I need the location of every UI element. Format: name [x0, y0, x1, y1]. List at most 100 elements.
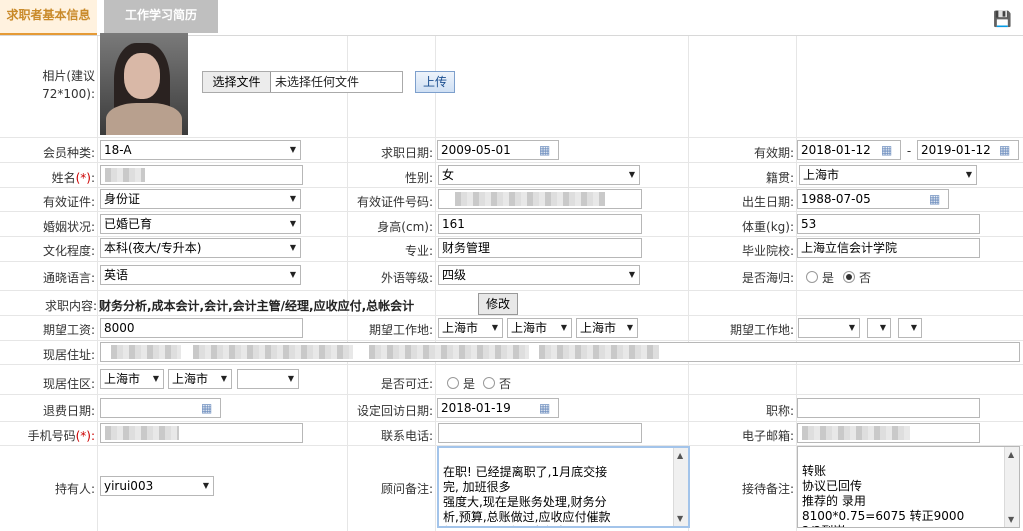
education-select[interactable]: 本科(夜大/专升本) [100, 238, 301, 258]
returnee-yes-option[interactable]: 是 [806, 269, 834, 286]
address-label: 现居住址: [42, 348, 95, 362]
school-label: 毕业院校: [741, 244, 794, 258]
district-select-2[interactable]: 上海市 [168, 369, 232, 389]
redacted-value [455, 192, 605, 206]
district-select-1[interactable]: 上海市 [100, 369, 164, 389]
marital-select[interactable]: 已婚已育 [100, 214, 301, 234]
radio-no-text: 否 [499, 377, 512, 391]
save-icon[interactable]: 💾 [993, 11, 1012, 27]
height-input[interactable]: 161 [438, 214, 642, 234]
language-level-label: 外语等级: [380, 271, 433, 285]
scrollbar[interactable] [673, 448, 688, 526]
email-input[interactable] [797, 423, 980, 443]
valid-separator: - [906, 144, 912, 158]
refund-date-input[interactable] [100, 398, 221, 418]
grid-line [97, 36, 98, 531]
redacted-value [193, 345, 353, 359]
work-place-select-2[interactable]: 上海市 [507, 318, 572, 338]
work-place-select-3[interactable]: 上海市 [576, 318, 638, 338]
address-input[interactable] [100, 342, 1020, 362]
grid-line [435, 36, 436, 531]
major-input[interactable]: 财务管理 [438, 238, 642, 258]
mobile-label: 手机号码(*): [0, 427, 95, 444]
radio-button[interactable] [483, 377, 495, 389]
relocate-no-option[interactable]: 否 [483, 375, 511, 392]
work-place-select-1[interactable]: 上海市 [438, 318, 503, 338]
grid-row [0, 137, 1023, 138]
owner-select[interactable]: yirui003 [100, 476, 214, 496]
redacted-value [369, 345, 529, 359]
returnee-no-option[interactable]: 否 [843, 269, 871, 286]
tab-work-study-resume[interactable]: 工作学习简历 [104, 0, 218, 33]
advisor-note-label: 顾问备注: [380, 482, 433, 496]
relocate-yes-option[interactable]: 是 [447, 375, 475, 392]
school-input[interactable]: 上海立信会计学院 [797, 238, 980, 258]
work-place2-select-1[interactable] [798, 318, 860, 338]
gender-select[interactable]: 女 [438, 165, 640, 185]
language-level-select[interactable]: 四级 [438, 265, 640, 285]
job-title-input[interactable] [797, 398, 980, 418]
applicant-photo [100, 33, 188, 135]
scrollbar[interactable] [1004, 447, 1019, 527]
id-type-label: 有效证件: [42, 195, 95, 209]
reception-note-textarea[interactable]: 转账 协议已回传 推荐的 录用 8100*0.75=6075 转正9000 2/… [797, 446, 1020, 528]
language-select[interactable]: 英语 [100, 265, 301, 285]
radio-button[interactable] [806, 271, 818, 283]
photo-label-line2: 72*100): [42, 87, 95, 101]
radio-button[interactable] [447, 377, 459, 389]
redacted-value [105, 426, 179, 440]
phone-input[interactable] [438, 423, 642, 443]
radio-button-selected[interactable] [843, 271, 855, 283]
weight-input[interactable]: 53 [797, 214, 980, 234]
choose-file-button[interactable]: 选择文件 [203, 72, 271, 92]
language-label: 通晓语言: [42, 271, 95, 285]
valid-label: 有效期: [753, 146, 794, 160]
grid-row [0, 394, 1023, 395]
id-number-label: 有效证件号码: [356, 195, 433, 209]
id-type-select[interactable]: 身份证 [100, 189, 301, 209]
work-place2-select-3[interactable] [898, 318, 922, 338]
valid-to-input[interactable]: 2019-01-12 [917, 140, 1019, 160]
owner-label: 持有人: [54, 482, 95, 496]
revisit-date-input[interactable]: 2018-01-19 [437, 398, 559, 418]
job-content-label: 求职内容: [44, 299, 97, 313]
job-content-value: 财务分析,成本会计,会计,会计主管/经理,应收应付,总帐会计 [99, 299, 415, 313]
grid-row [0, 315, 1023, 316]
modify-button[interactable]: 修改 [478, 293, 518, 315]
grid-row [0, 162, 1023, 163]
work-place2-select-2[interactable] [867, 318, 891, 338]
grid-row [0, 211, 1023, 212]
work-place-label: 期望工作地: [368, 323, 433, 337]
upload-button[interactable]: 上传 [415, 71, 455, 93]
grid-row [0, 261, 1023, 262]
grid-row [0, 421, 1023, 422]
native-place-select[interactable]: 上海市 [799, 165, 977, 185]
native-place-label: 籍贯: [765, 171, 794, 185]
photo-face [124, 53, 160, 99]
job-date-input[interactable]: 2009-05-01 [437, 140, 559, 160]
radio-yes-text: 是 [463, 377, 476, 391]
returnee-label: 是否海归: [741, 271, 794, 285]
grid-row [0, 364, 1023, 365]
salary-input[interactable]: 8000 [100, 318, 303, 338]
redacted-value [111, 345, 181, 359]
birth-date-input[interactable]: 1988-07-05 [797, 189, 949, 209]
height-label: 身高(cm): [377, 220, 433, 234]
redacted-value [105, 168, 145, 182]
work-place2-label: 期望工作地: [729, 323, 794, 337]
name-input[interactable] [100, 165, 303, 185]
grid-row [0, 236, 1023, 237]
valid-from-input[interactable]: 2018-01-12 [797, 140, 901, 160]
relocate-label: 是否可迁: [380, 377, 433, 391]
advisor-note-textarea[interactable]: 在职! 已经提离职了,1月底交接 完, 加班很多 强度大,现在是账务处理,财务分… [437, 446, 690, 528]
district-select-3[interactable] [237, 369, 299, 389]
member-type-select[interactable]: 18-A [100, 140, 301, 160]
tab-basic-info[interactable]: 求职者基本信息 [0, 0, 97, 35]
reception-note-text: 转账 协议已回传 推荐的 录用 8100*0.75=6075 转正9000 2/… [802, 464, 965, 527]
refund-date-label: 退费日期: [42, 404, 95, 418]
redacted-value [539, 345, 659, 359]
mobile-input[interactable] [100, 423, 303, 443]
id-number-input[interactable] [438, 189, 642, 209]
file-input[interactable]: 选择文件 未选择任何文件 [202, 71, 403, 93]
required-mark: (*): [75, 429, 95, 443]
